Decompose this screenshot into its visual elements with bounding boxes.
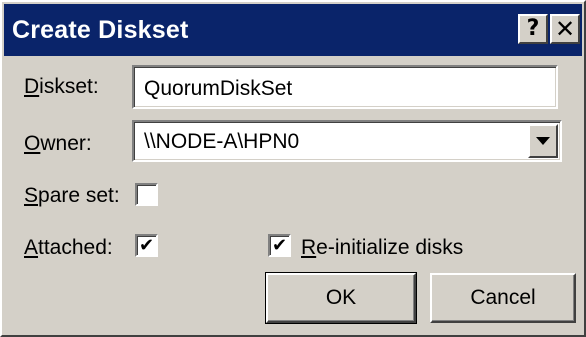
checkmark-icon: ✔: [272, 235, 288, 256]
attached-checkbox[interactable]: ✔: [135, 234, 158, 257]
owner-dropdown-button[interactable]: [528, 124, 558, 158]
reinitialize-disks-checkbox[interactable]: ✔: [268, 234, 291, 257]
title-bar[interactable]: Create Diskset ? ✕: [4, 4, 582, 56]
diskset-input-value: QuorumDiskSet: [144, 77, 293, 100]
owner-select[interactable]: \\NODE-A\HPN0: [132, 120, 562, 162]
chevron-down-icon: [536, 137, 550, 145]
attached-label: Attached:: [24, 236, 113, 259]
diskset-input[interactable]: QuorumDiskSet: [132, 65, 558, 109]
checkmark-icon: ✔: [139, 235, 155, 256]
spare-set-checkbox[interactable]: [135, 183, 158, 206]
ok-button[interactable]: OK: [265, 272, 417, 324]
window-title: Create Diskset: [12, 16, 189, 44]
owner-select-value: \\NODE-A\HPN0: [144, 130, 300, 153]
create-diskset-dialog: Create Diskset ? ✕ Diskset: QuorumDiskSe…: [0, 0, 586, 337]
close-button[interactable]: ✕: [550, 14, 580, 44]
diskset-label: Diskset:: [24, 75, 99, 98]
reinitialize-disks-label[interactable]: Re-initialize disks: [301, 236, 463, 260]
help-button[interactable]: ?: [518, 14, 548, 44]
cancel-button[interactable]: Cancel: [430, 273, 576, 323]
spare-set-label: Spare set:: [24, 184, 120, 207]
owner-label: Owner:: [24, 132, 92, 155]
